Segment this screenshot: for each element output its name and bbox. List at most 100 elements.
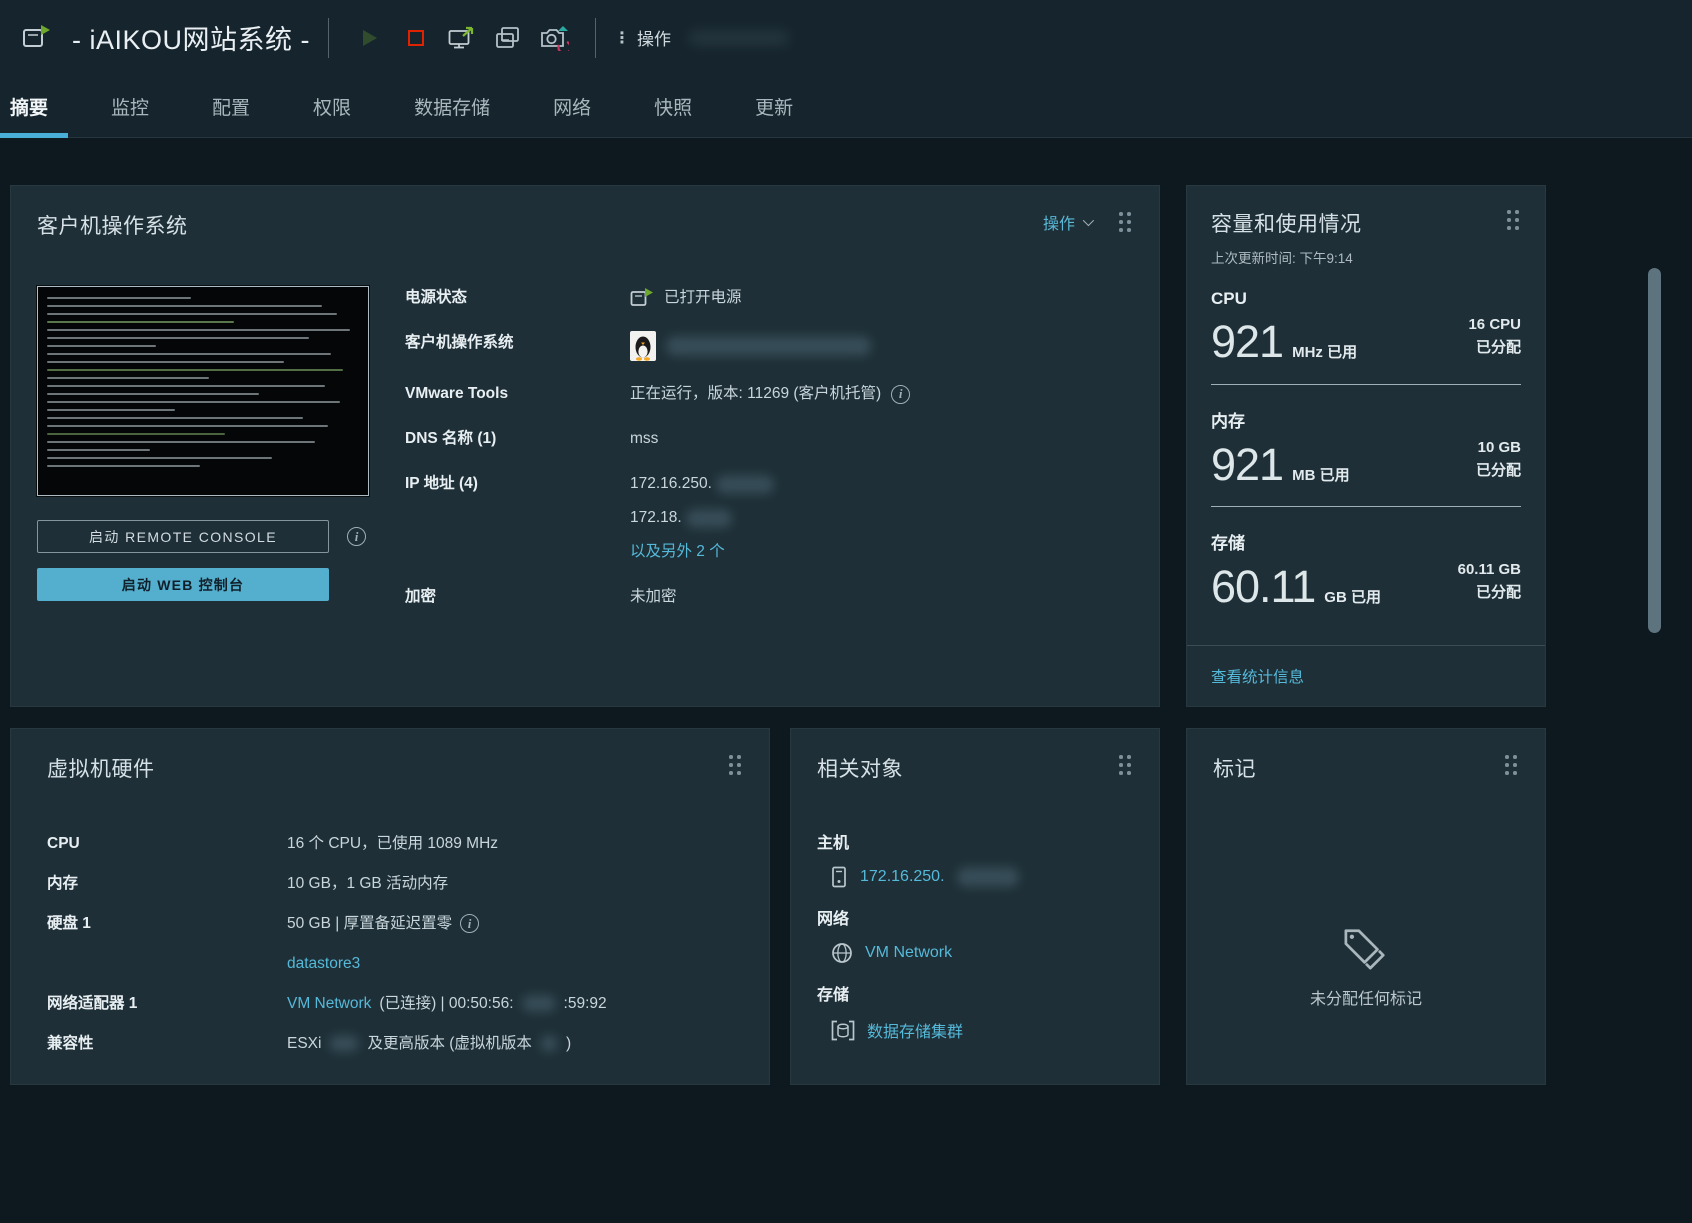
tab-configure[interactable]: 配置 bbox=[202, 75, 260, 138]
dns-row: DNS 名称 (1) mss bbox=[405, 427, 1133, 451]
guest-os-card: 客户机操作系统 操作 启动 REMOTE CONSOLE 启动 W bbox=[10, 185, 1160, 707]
tab-updates[interactable]: 更新 bbox=[745, 75, 803, 138]
memory-allocated-value: 10 GB bbox=[1476, 436, 1521, 459]
console-screenshot-thumbnail[interactable] bbox=[37, 286, 369, 496]
tab-networks[interactable]: 网络 bbox=[543, 75, 601, 138]
ip-value-2: 172.18. bbox=[630, 506, 682, 530]
related-storage-item: 数据存储集群 bbox=[831, 1018, 1133, 1042]
hardware-disk-value: 50 GB | 厚置备延迟置零 bbox=[287, 911, 452, 936]
power-state-row: 电源状态 已打开电源 bbox=[405, 286, 1133, 310]
drag-handle-icon[interactable] bbox=[1505, 208, 1521, 232]
tab-monitor[interactable]: 监控 bbox=[101, 75, 159, 138]
dns-value: mss bbox=[630, 427, 658, 451]
memory-allocated-label: 已分配 bbox=[1476, 459, 1521, 482]
hardware-nic-row: 网络适配器 1 VM Network (已连接) | 00:50:56: :59… bbox=[47, 991, 743, 1016]
tab-bar: 摘要 监控 配置 权限 数据存储 网络 快照 更新 bbox=[0, 75, 1692, 138]
hardware-memory-label: 内存 bbox=[47, 871, 287, 896]
toolbar-divider bbox=[328, 18, 329, 58]
ip-more-link[interactable]: 以及另外 2 个 bbox=[630, 540, 725, 564]
actions-menu-button[interactable]: 操作 bbox=[614, 25, 671, 50]
storage-used-value: 60.11 bbox=[1211, 563, 1315, 610]
datastore-cluster-link[interactable]: 数据存储集群 bbox=[867, 1018, 963, 1042]
cpu-used-unit: MHz 已用 bbox=[1292, 341, 1357, 362]
window-header: - iAIKOU网站系统 - bbox=[0, 0, 1692, 75]
redacted-esxi-version bbox=[329, 1035, 359, 1052]
tags-empty-text: 未分配任何标记 bbox=[1310, 985, 1422, 1009]
scrollbar-thumb[interactable] bbox=[1648, 268, 1661, 633]
cpu-allocated-value: 16 CPU bbox=[1468, 313, 1521, 336]
dns-label: DNS 名称 (1) bbox=[405, 427, 630, 451]
memory-used-value: 921 bbox=[1211, 441, 1283, 488]
encryption-label: 加密 bbox=[405, 585, 630, 609]
storage-used-unit: GB 已用 bbox=[1324, 586, 1381, 607]
guest-os-actions-dropdown[interactable]: 操作 bbox=[1043, 210, 1091, 234]
vmware-tools-value: 正在运行，版本: 11269 (客户机托管) bbox=[630, 382, 881, 406]
power-state-value: 已打开电源 bbox=[664, 286, 742, 310]
info-icon[interactable] bbox=[891, 385, 910, 404]
related-host-item: 172.16.250. bbox=[831, 866, 1133, 888]
memory-metric: 内存 921 MB 已用 10 GB 已分配 bbox=[1211, 407, 1521, 508]
host-icon bbox=[831, 866, 848, 888]
guest-os-card-title: 客户机操作系统 bbox=[37, 210, 188, 240]
guest-os-row: 客户机操作系统 bbox=[405, 331, 1133, 361]
tags-empty-state: 未分配任何标记 bbox=[1187, 925, 1545, 1009]
cpu-used-value: 921 bbox=[1211, 318, 1283, 365]
storage-allocated-value: 60.11 GB bbox=[1458, 558, 1521, 581]
host-link[interactable]: 172.16.250. bbox=[860, 868, 945, 886]
drag-handle-icon[interactable] bbox=[1117, 210, 1133, 234]
nic-mac-suffix: :59:92 bbox=[564, 991, 607, 1016]
info-icon[interactable] bbox=[460, 914, 479, 933]
redacted-ip-octet bbox=[686, 509, 732, 528]
datastore-link[interactable]: datastore3 bbox=[287, 951, 360, 976]
kebab-icon bbox=[614, 28, 630, 48]
tab-datastores[interactable]: 数据存储 bbox=[404, 75, 500, 138]
related-network-item: VM Network bbox=[831, 942, 1133, 964]
launch-console-icon[interactable] bbox=[445, 23, 479, 53]
metric-divider bbox=[1211, 384, 1521, 385]
guest-os-card-header: 客户机操作系统 操作 bbox=[37, 210, 1133, 240]
view-stats-link[interactable]: 查看统计信息 bbox=[1211, 665, 1304, 687]
hardware-card-title: 虚拟机硬件 bbox=[47, 753, 155, 783]
clone-icon[interactable] bbox=[491, 23, 525, 53]
tab-snapshots[interactable]: 快照 bbox=[644, 75, 702, 138]
tab-summary[interactable]: 摘要 bbox=[0, 75, 58, 138]
ip-label: IP 地址 (4) bbox=[405, 472, 630, 496]
power-off-icon[interactable] bbox=[399, 23, 433, 53]
vmware-tools-label: VMware Tools bbox=[405, 382, 630, 406]
snapshot-icon[interactable] bbox=[537, 23, 571, 53]
hardware-cpu-label: CPU bbox=[47, 831, 287, 856]
redacted-host-octet bbox=[957, 867, 1019, 887]
launch-web-console-button[interactable]: 启动 WEB 控制台 bbox=[37, 568, 329, 601]
hardware-memory-value: 10 GB，1 GB 活动内存 bbox=[287, 871, 448, 896]
capacity-card-title: 容量和使用情况 bbox=[1211, 208, 1362, 238]
guest-os-label: 客户机操作系统 bbox=[405, 331, 630, 355]
related-network-label: 网络 bbox=[817, 905, 1133, 929]
related-objects-card: 相关对象 主机 172.16.250. 网络 bbox=[790, 728, 1160, 1085]
hardware-disk-row: 硬盘 1 50 GB | 厚置备延迟置零 datastore3 bbox=[47, 911, 743, 976]
actions-menu-label: 操作 bbox=[637, 25, 671, 50]
tags-card-title: 标记 bbox=[1213, 753, 1256, 783]
related-groups: 主机 172.16.250. 网络 bbox=[817, 829, 1133, 1042]
launch-remote-console-button[interactable]: 启动 REMOTE CONSOLE bbox=[37, 520, 329, 553]
redacted-mac-segment bbox=[522, 995, 556, 1012]
capacity-card-footer: 查看统计信息 bbox=[1187, 645, 1545, 706]
compat-value-3: ) bbox=[566, 1031, 571, 1056]
guest-os-actions-label: 操作 bbox=[1043, 210, 1075, 234]
drag-handle-icon[interactable] bbox=[1503, 753, 1519, 777]
power-on-icon[interactable] bbox=[353, 23, 387, 53]
drag-handle-icon[interactable] bbox=[1117, 753, 1133, 777]
encryption-row: 加密 未加密 bbox=[405, 585, 1133, 609]
hardware-rows: CPU 16 个 CPU，已使用 1089 MHz 内存 10 GB，1 GB … bbox=[47, 831, 743, 1056]
memory-metric-name: 内存 bbox=[1211, 407, 1521, 432]
info-icon[interactable] bbox=[347, 527, 366, 546]
redacted-vm-version bbox=[540, 1035, 558, 1052]
storage-metric-name: 存储 bbox=[1211, 529, 1521, 554]
memory-used-unit: MB 已用 bbox=[1292, 464, 1350, 485]
tab-permissions[interactable]: 权限 bbox=[303, 75, 361, 138]
network-link[interactable]: VM Network bbox=[865, 944, 952, 962]
hardware-compat-row: 兼容性 ESXi 及更高版本 (虚拟机版本 ) bbox=[47, 1031, 743, 1056]
nic-status: (已连接) | 00:50:56: bbox=[379, 991, 513, 1016]
tags-card: 标记 未分配任何标记 bbox=[1186, 728, 1546, 1085]
drag-handle-icon[interactable] bbox=[727, 753, 743, 777]
nic-network-link[interactable]: VM Network bbox=[287, 991, 371, 1016]
